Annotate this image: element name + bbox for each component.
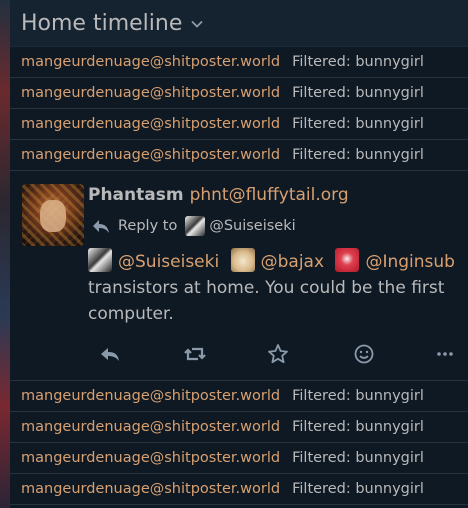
mention-link[interactable]: @bajax [261, 252, 324, 272]
status-actions [88, 342, 458, 366]
retweet-icon[interactable] [183, 342, 207, 366]
reply-arrow-icon [92, 218, 110, 234]
page-title: Home timeline [21, 10, 183, 36]
account-handle[interactable]: phnt@fluffytail.org [190, 185, 349, 205]
chevron-down-icon[interactable] [190, 16, 204, 30]
filtered-status[interactable]: mangeurdenuage@shitposter.world Filtered… [10, 47, 468, 78]
emoji-icon[interactable] [352, 342, 376, 366]
filtered-user-link[interactable]: mangeurdenuage@shitposter.world [21, 54, 280, 70]
suiseiseki-avatar-icon [88, 248, 112, 272]
suiseiseki-avatar-icon [185, 216, 206, 236]
more-icon[interactable] [433, 342, 457, 366]
filtered-reason: Filtered: bunnygirl [292, 116, 424, 132]
filtered-status[interactable]: mangeurdenuage@shitposter.world Filtered… [10, 109, 468, 140]
bajax-avatar-icon [230, 248, 255, 272]
filtered-reason: Filtered: bunnygirl [292, 419, 424, 435]
mention-link[interactable]: @Inginsub [365, 252, 455, 272]
reply-indicator: Reply to @Suiseiseki [92, 216, 296, 236]
status-author: Phantasm phnt@fluffytail.org [88, 185, 349, 205]
filtered-status[interactable]: mangeurdenuage@shitposter.world Filtered… [10, 474, 468, 505]
filtered-status[interactable]: mangeurdenuage@shitposter.world Filtered… [10, 140, 468, 171]
filtered-reason: Filtered: bunnygirl [292, 450, 424, 466]
filtered-reason: Filtered: bunnygirl [292, 54, 424, 70]
reply-icon[interactable] [98, 342, 122, 366]
background-edge [0, 0, 10, 508]
filtered-reason: Filtered: bunnygirl [292, 85, 424, 101]
filtered-reason: Filtered: bunnygirl [292, 388, 424, 404]
filtered-user-link[interactable]: mangeurdenuage@shitposter.world [21, 481, 280, 497]
status-text-line: computer. [88, 304, 174, 324]
filtered-user-link[interactable]: mangeurdenuage@shitposter.world [21, 388, 280, 404]
star-icon[interactable] [266, 342, 290, 366]
status-content: @Suiseiseki @bajax @Inginsub Y transisto… [88, 248, 458, 327]
filtered-user-link[interactable]: mangeurdenuage@shitposter.world [21, 450, 280, 466]
avatar[interactable] [22, 184, 84, 246]
filtered-status[interactable]: mangeurdenuage@shitposter.world Filtered… [10, 78, 468, 109]
inginsub-avatar-icon [335, 248, 360, 272]
reply-prefix: Reply to [118, 218, 178, 234]
filtered-status[interactable]: mangeurdenuage@shitposter.world Filtered… [10, 412, 468, 443]
display-name[interactable]: Phantasm [88, 185, 184, 205]
filtered-user-link[interactable]: mangeurdenuage@shitposter.world [21, 147, 280, 163]
filtered-user-link[interactable]: mangeurdenuage@shitposter.world [21, 85, 280, 101]
filtered-reason: Filtered: bunnygirl [292, 147, 424, 163]
filtered-status[interactable]: mangeurdenuage@shitposter.world Filtered… [10, 381, 468, 412]
mention-link[interactable]: @Suiseiseki [118, 252, 219, 272]
timeline-header[interactable]: Home timeline [10, 0, 468, 47]
filtered-reason: Filtered: bunnygirl [292, 481, 424, 497]
filtered-user-link[interactable]: mangeurdenuage@shitposter.world [21, 116, 280, 132]
reply-to-mention[interactable]: @Suiseiseki [209, 218, 295, 234]
filtered-user-link[interactable]: mangeurdenuage@shitposter.world [21, 419, 280, 435]
filtered-status[interactable]: mangeurdenuage@shitposter.world Filtered… [10, 443, 468, 474]
status-text-line: transistors at home. You could be the fi… [88, 278, 445, 298]
